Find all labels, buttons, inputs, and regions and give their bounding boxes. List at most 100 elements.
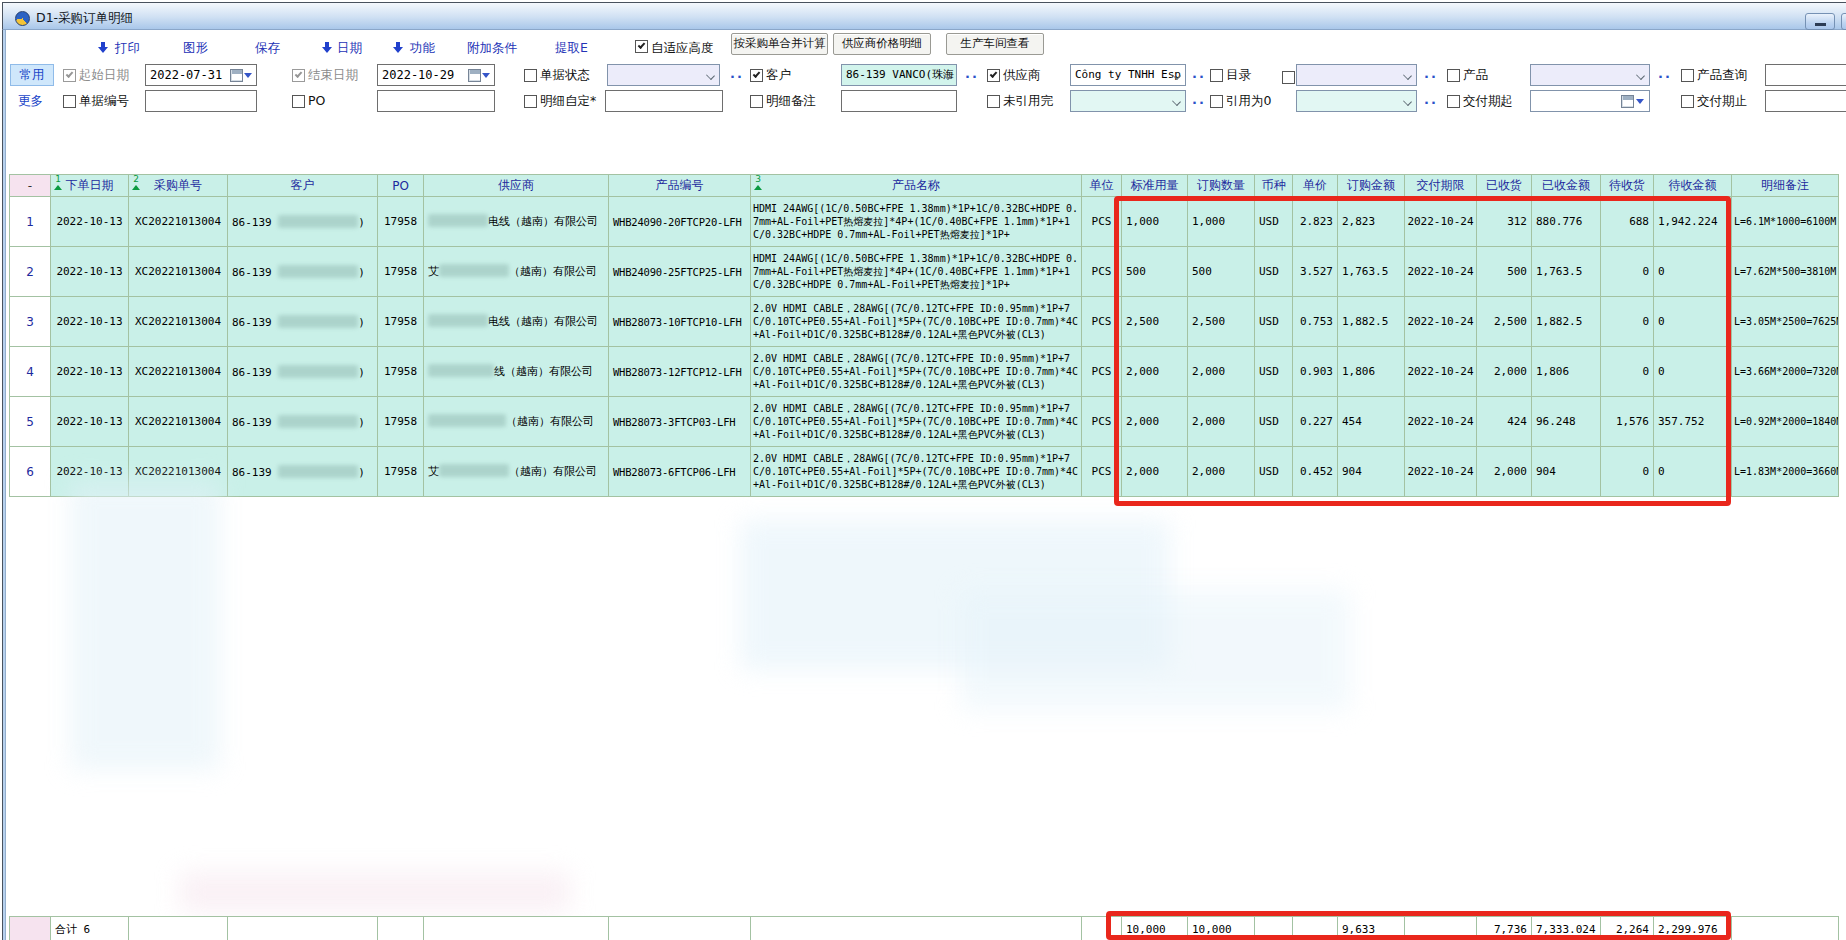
toolbar-button-2[interactable]: 供应商价格明细 (833, 33, 931, 55)
supplier-combo[interactable]: Công ty TNHH Esp (1070, 64, 1186, 86)
sort-indicator: 1 (53, 175, 63, 190)
fit-height-checkbox[interactable] (635, 40, 648, 53)
column-header[interactable]: 已收货 (1477, 175, 1532, 197)
start-date-checkbox[interactable] (63, 69, 76, 82)
totals-cell (378, 917, 424, 940)
sort-indicator: 3 (753, 175, 763, 190)
doc-status-combo[interactable] (607, 64, 720, 86)
not-ref-done-combo[interactable] (1070, 90, 1186, 112)
menu-item-3[interactable]: 保存 (255, 40, 280, 57)
detail-remark-checkbox[interactable] (750, 95, 763, 108)
column-header[interactable]: 币种 (1255, 175, 1293, 197)
cell-order-no: XC20221013004 (129, 197, 228, 247)
deliver-to-checkbox[interactable] (1681, 95, 1694, 108)
doc-status-checkbox[interactable] (524, 69, 537, 82)
header-label: PO (392, 179, 409, 193)
minimize-icon (1815, 23, 1826, 26)
totals-cell (751, 917, 1082, 940)
cell-product-code: WHB28073-12FTCP12-LFH (609, 347, 751, 397)
header-label: 标准用量 (1131, 178, 1179, 192)
cell-remark: L=0.92M*2000=1840M (1732, 397, 1839, 447)
product-checkbox[interactable] (1447, 69, 1460, 82)
maximize-button[interactable] (1841, 13, 1846, 30)
detail-custom-input[interactable] (605, 90, 723, 112)
deliver-to-input[interactable] (1765, 90, 1846, 112)
customer-checkbox[interactable] (750, 69, 763, 82)
cell-order-no: XC20221013004 (129, 297, 228, 347)
column-header[interactable]: 订购数量 (1188, 175, 1255, 197)
column-header[interactable]: 3产品名称 (751, 175, 1082, 197)
column-header[interactable]: 单位 (1082, 175, 1122, 197)
header-label: 待收货 (1609, 178, 1645, 192)
doc-no-input[interactable] (145, 90, 257, 112)
column-header[interactable]: 标准用量 (1122, 175, 1188, 197)
browse-dots[interactable]: .. (1424, 92, 1438, 107)
browse-dots[interactable]: .. (1424, 66, 1438, 81)
end-date-input[interactable]: 2022-10-29 (377, 64, 495, 86)
column-header[interactable]: 供应商 (424, 175, 609, 197)
minimize-button[interactable] (1805, 13, 1835, 30)
catalog-combo[interactable] (1296, 64, 1417, 86)
deliver-from-input[interactable] (1530, 90, 1650, 112)
column-header[interactable]: PO (378, 175, 424, 197)
menu-item-1[interactable]: 打印 (115, 40, 140, 57)
menu-item-6[interactable]: 附加条件 (467, 40, 517, 57)
menu-item-7[interactable]: 提取E (555, 40, 588, 57)
po-checkbox[interactable] (292, 95, 305, 108)
browse-dots[interactable]: .. (730, 66, 744, 81)
browse-dots[interactable]: .. (965, 66, 979, 81)
column-header[interactable]: 2采购单号 (129, 175, 228, 197)
ref-zero-combo[interactable] (1296, 90, 1417, 112)
column-header[interactable]: 已收金额 (1532, 175, 1601, 197)
highlight-rect-main (1114, 196, 1731, 506)
column-header[interactable]: 产品编号 (609, 175, 751, 197)
sort-arrow-icon (754, 185, 762, 190)
menu-item-2[interactable]: 图形 (183, 40, 208, 57)
browse-dots[interactable]: .. (1658, 66, 1672, 81)
column-header[interactable]: 明细备注 (1732, 175, 1839, 197)
chevron-down-icon (1636, 71, 1645, 80)
catalog-checkbox[interactable] (1210, 69, 1223, 82)
po-input[interactable] (377, 90, 495, 112)
not-ref-done-checkbox[interactable] (987, 95, 1000, 108)
customer-combo[interactable]: 86-139 VANCO(珠海 (841, 64, 957, 86)
menu-item-4[interactable]: 日期 (337, 40, 362, 57)
column-header[interactable]: 客户 (228, 175, 378, 197)
redaction-smudge (278, 465, 358, 478)
browse-dots[interactable]: .. (1192, 92, 1206, 107)
cell-product-name: 2.0V HDMI CABLE，28AWG[(7C/0.12TC+FPE ID:… (751, 297, 1082, 347)
cell-order-no: XC20221013004 (129, 347, 228, 397)
deliver-from-checkbox[interactable] (1447, 95, 1460, 108)
supplier-checkbox[interactable] (987, 69, 1000, 82)
toolbar-button-1[interactable]: 按采购单合并计算 (731, 33, 828, 55)
title-bar: D1-采购订单明细 (2, 2, 1846, 30)
column-header[interactable]: 1下单日期 (51, 175, 129, 197)
start-date-input[interactable]: 2022-07-31 (145, 64, 257, 86)
browse-dots[interactable]: .. (1192, 66, 1206, 81)
common-button[interactable]: 常用 (10, 64, 54, 86)
column-header[interactable]: 待收货 (1601, 175, 1654, 197)
end-date-checkbox[interactable] (292, 69, 305, 82)
doc-no-checkbox[interactable] (63, 95, 76, 108)
cell-po: 17958 (378, 347, 424, 397)
column-header[interactable]: 交付期限 (1405, 175, 1477, 197)
product-combo[interactable] (1530, 64, 1650, 86)
product-query-input[interactable] (1765, 64, 1846, 86)
more-button[interactable]: 更多 (18, 93, 43, 110)
cell-supplier: 电线（越南）有限公司 (424, 197, 609, 247)
column-header[interactable]: 单价 (1293, 175, 1338, 197)
ref-zero-checkbox[interactable] (1210, 95, 1223, 108)
column-header[interactable]: - (10, 175, 51, 197)
column-header[interactable]: 待收金额 (1654, 175, 1732, 197)
menu-item-5[interactable]: 功能 (410, 40, 435, 57)
sort-arrow-icon (132, 185, 140, 190)
detail-remark-input[interactable] (841, 90, 957, 112)
redaction-smudge (439, 264, 509, 277)
header-label: 币种 (1262, 178, 1286, 192)
catalog-sub-checkbox[interactable] (1282, 71, 1295, 84)
product-query-checkbox[interactable] (1681, 69, 1694, 82)
column-header[interactable]: 订购金额 (1338, 175, 1405, 197)
toolbar-button-3[interactable]: 生产车间查看 (946, 33, 1044, 55)
highlight-rect-totals (1106, 911, 1731, 940)
detail-custom-checkbox[interactable] (524, 95, 537, 108)
